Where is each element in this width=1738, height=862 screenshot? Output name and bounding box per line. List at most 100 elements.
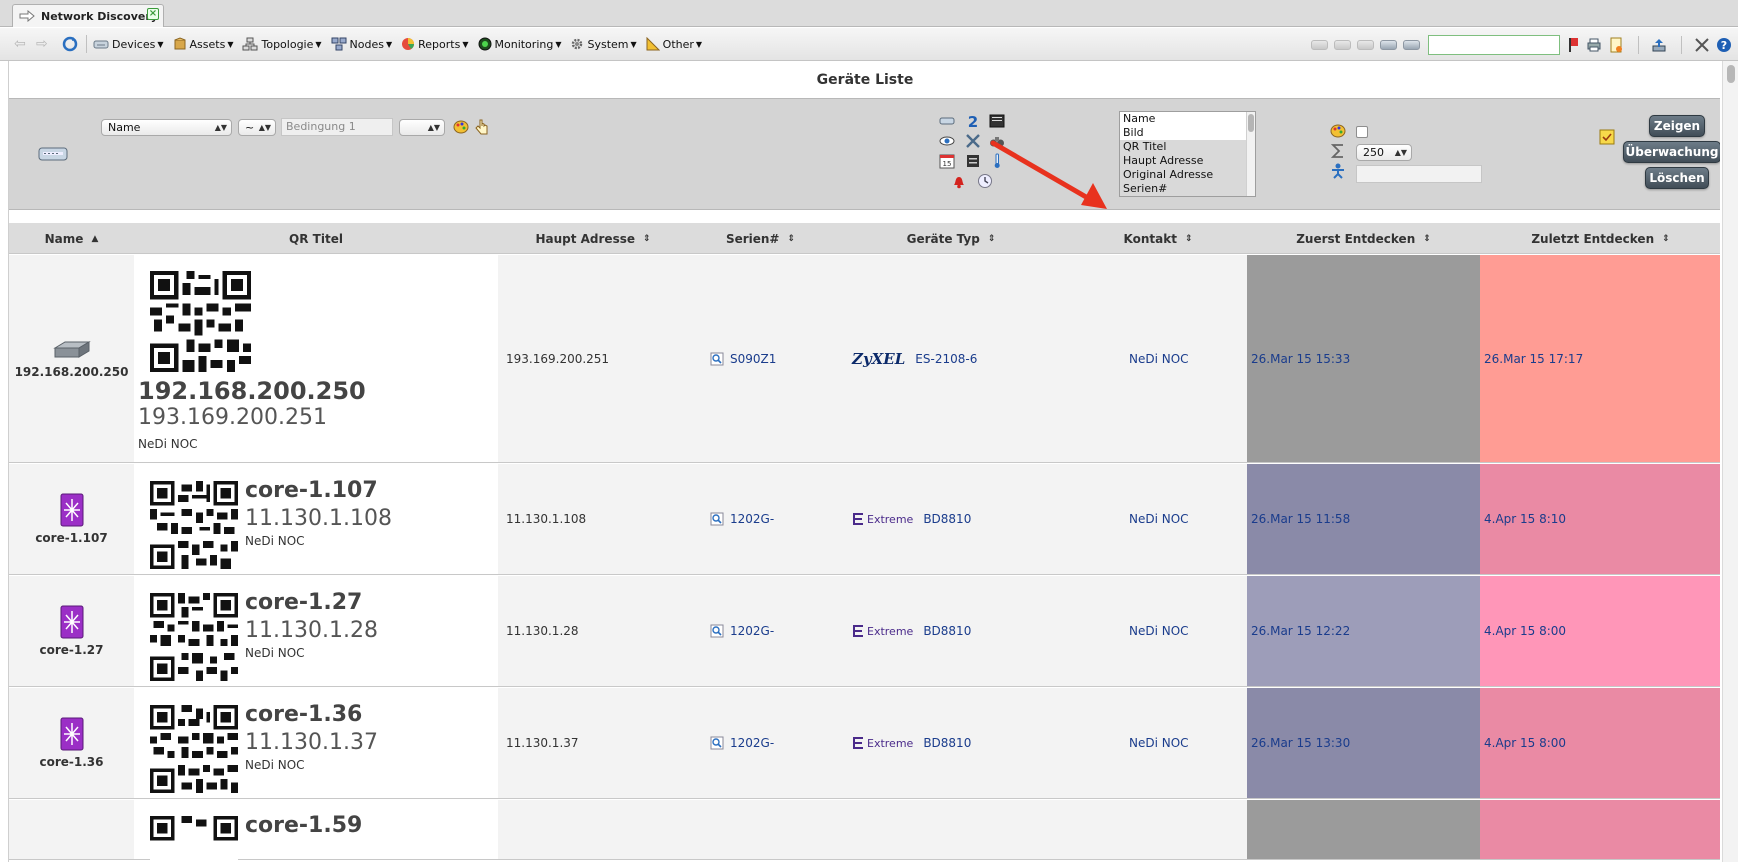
note-icon[interactable] [1599, 129, 1615, 145]
show-button[interactable]: Zeigen [1649, 115, 1705, 137]
quick-device-button[interactable] [1311, 39, 1328, 50]
filter-field-select[interactable]: Name ▲▼ [101, 119, 232, 136]
last-seen-cell[interactable] [1480, 800, 1720, 859]
tab-network-discovery[interactable]: Network Discovery × [12, 4, 164, 27]
device-icon[interactable] [939, 113, 955, 129]
tools-icon[interactable] [1694, 37, 1710, 53]
number-two-icon[interactable]: 2 [965, 113, 981, 129]
serial-link[interactable]: 1202G- [730, 512, 774, 526]
limit-select[interactable]: 250 ▲▼ [1356, 144, 1412, 161]
header-contact[interactable]: Kontakt ⇕ [1069, 223, 1247, 254]
header-address[interactable]: Haupt Adresse ⇕ [498, 223, 688, 254]
menu-other[interactable]: Other ▼ [646, 33, 702, 55]
eye-icon[interactable] [939, 133, 955, 149]
upload-icon[interactable] [1651, 37, 1667, 53]
condition-input[interactable]: Bedingung 1 [281, 118, 393, 136]
refresh-icon[interactable] [62, 36, 78, 52]
serial-cell[interactable]: S090Z1 [688, 255, 833, 462]
option-checkbox[interactable] [1356, 126, 1368, 138]
device-name[interactable]: core-1.36 [39, 755, 103, 769]
name-cell[interactable]: core-1.27 [9, 576, 134, 686]
first-seen-cell[interactable]: 26.Mar 15 12:22 [1247, 576, 1480, 686]
first-seen-cell[interactable] [1247, 800, 1480, 859]
menu-assets[interactable]: Assets ▼ [173, 33, 233, 55]
serial-cell[interactable]: 1202G- [688, 464, 833, 574]
device-name[interactable]: core-1.107 [35, 531, 107, 545]
first-seen-cell[interactable]: 26.Mar 15 11:58 [1247, 464, 1480, 574]
last-seen-cell[interactable]: 4.Apr 15 8:00 [1480, 688, 1720, 798]
device-name[interactable]: 192.168.200.250 [15, 365, 129, 379]
terminal-icon[interactable] [989, 113, 1005, 129]
device-type-cell[interactable]: ZyXEL ES-2108-6 [833, 255, 1069, 462]
menu-reports[interactable]: Reports ▼ [401, 33, 469, 55]
quick-device-button[interactable] [1380, 39, 1397, 50]
contact-cell[interactable]: NeDi NOC [1069, 464, 1247, 574]
calendar-icon[interactable]: 15 [939, 153, 955, 169]
header-last-seen[interactable]: Zuletzt Entdecken ⇕ [1480, 223, 1720, 254]
last-seen-cell[interactable]: 4.Apr 15 8:00 [1480, 576, 1720, 686]
palette-icon[interactable] [453, 119, 469, 135]
table-row[interactable]: core-1.59 [9, 800, 1720, 862]
table-row[interactable]: core-1.27 core-1.27 11.130.1.28 NeDi NOC… [9, 576, 1720, 687]
serial-link[interactable]: 1202G- [730, 736, 774, 750]
header-first-seen[interactable]: Zuerst Entdecken ⇕ [1247, 223, 1480, 254]
serial-cell[interactable]: 1202G- [688, 576, 833, 686]
forward-arrow-icon[interactable]: ⇨ [36, 37, 54, 51]
contact-cell[interactable]: NeDi NOC [1069, 688, 1247, 798]
palette-icon[interactable] [1330, 123, 1346, 139]
device-type-cell[interactable]: Extreme BD8810 [833, 576, 1069, 686]
monitor-button[interactable]: Überwachung [1623, 141, 1720, 163]
name-cell[interactable]: core-1.107 [9, 464, 134, 574]
serial-cell[interactable]: 1202G- [688, 688, 833, 798]
first-seen-cell[interactable]: 26.Mar 15 15:33 [1247, 255, 1480, 462]
quick-device-button[interactable] [1357, 39, 1374, 50]
toolbar-search-input[interactable] [1428, 34, 1560, 55]
hand-pointer-icon[interactable] [474, 119, 490, 135]
table-row[interactable]: 192.168.200.250 192.168.200.250 193.169.… [9, 255, 1720, 463]
menu-nodes[interactable]: Nodes ▼ [331, 33, 392, 55]
serial-link[interactable]: 1202G- [730, 624, 774, 638]
listbox-option[interactable]: Haupt Adresse [1120, 154, 1255, 168]
device-name[interactable]: core-1.27 [39, 643, 103, 657]
header-name[interactable]: Name ▲ [9, 223, 134, 254]
close-icon[interactable]: × [147, 8, 159, 20]
serial-link[interactable]: S090Z1 [730, 352, 776, 366]
help-icon[interactable]: ? [1716, 37, 1732, 53]
menu-monitoring[interactable]: Monitoring ▼ [478, 33, 561, 55]
listbox-option[interactable]: Bild [1120, 126, 1255, 140]
menu-topologie[interactable]: Topologie ▼ [242, 33, 322, 55]
menu-devices[interactable]: Devices ▼ [93, 33, 164, 55]
first-seen-cell[interactable]: 26.Mar 15 13:30 [1247, 688, 1480, 798]
name-cell[interactable]: core-1.36 [9, 688, 134, 798]
flag-icon[interactable] [1568, 37, 1580, 53]
last-seen-cell[interactable]: 26.Mar 15 17:17 [1480, 255, 1720, 462]
name-cell[interactable] [9, 800, 134, 859]
column-listbox[interactable]: Name Bild QR Titel Haupt Adresse Origina… [1119, 111, 1256, 197]
tools-icon[interactable] [965, 133, 981, 149]
quick-device-button[interactable] [1334, 39, 1351, 50]
delete-button[interactable]: Löschen [1645, 167, 1709, 189]
page-scroll-thumb[interactable] [1727, 65, 1735, 83]
contact-cell[interactable]: NeDi NOC [1069, 255, 1247, 462]
listbox-scrollbar[interactable] [1246, 112, 1255, 196]
menu-system[interactable]: System ▼ [570, 33, 637, 55]
table-row[interactable]: core-1.36 core-1.36 11.130.1.37 NeDi NOC… [9, 688, 1720, 799]
table-row[interactable]: core-1.107 core-1.107 11.130.1.108 NeDi … [9, 464, 1720, 575]
header-qr-title[interactable]: QR Titel [134, 223, 498, 254]
back-arrow-icon[interactable]: ⇦ [14, 37, 32, 51]
filter-logic-select[interactable]: ▲▼ [399, 119, 445, 136]
last-seen-cell[interactable]: 4.Apr 15 8:10 [1480, 464, 1720, 574]
page-scrollbar[interactable] [1722, 61, 1738, 862]
device-type-cell[interactable]: Extreme BD8810 [833, 464, 1069, 574]
header-serial[interactable]: Serien# ⇕ [688, 223, 833, 254]
device-type-link[interactable]: BD8810 [923, 624, 971, 638]
memory-chip-icon[interactable] [965, 153, 981, 169]
header-device-type[interactable]: Geräte Typ ⇕ [833, 223, 1069, 254]
user-filter-input[interactable] [1356, 165, 1482, 183]
listbox-scroll-thumb[interactable] [1248, 114, 1254, 132]
print-icon[interactable] [1586, 37, 1602, 53]
device-type-link[interactable]: BD8810 [923, 512, 971, 526]
device-type-cell[interactable]: Extreme BD8810 [833, 688, 1069, 798]
document-icon[interactable] [1608, 37, 1624, 53]
quick-device-button[interactable] [1403, 39, 1420, 50]
